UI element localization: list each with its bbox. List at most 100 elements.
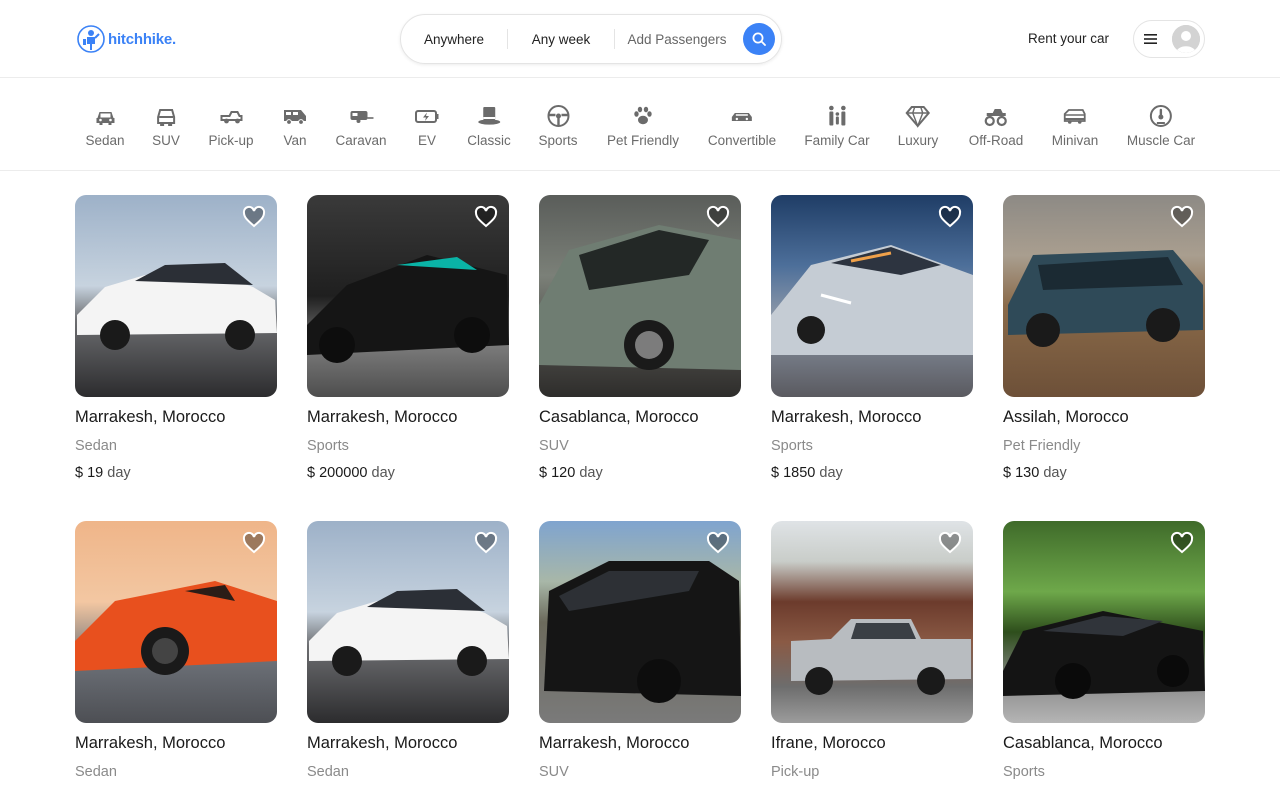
listing-card[interactable]: Marrakesh, Morocco Sedan [75,521,277,780]
listing-type: Sports [771,438,813,454]
category-caravan[interactable]: Caravan [335,103,387,148]
gauge-icon [1149,105,1172,127]
listing-photo[interactable] [75,195,277,397]
hitchhiker-logo-icon [77,25,105,53]
search-where[interactable]: Anywhere [401,15,507,63]
listing-type: Pick-up [771,764,820,780]
price-unit: day [819,465,843,481]
category-suv[interactable]: SUV [152,103,180,148]
category-convertible[interactable]: Convertible [708,103,776,148]
category-label: Minivan [1051,133,1099,148]
category-label: Luxury [897,133,939,148]
listing-photo[interactable] [307,195,509,397]
category-label: Sports [538,133,578,148]
category-muscle-car[interactable]: Muscle Car [1127,103,1195,148]
search-button[interactable] [743,23,775,55]
listing-photo[interactable] [771,195,973,397]
listing-type: Sedan [75,764,117,780]
listing-card[interactable]: Ifrane, Morocco Pick-up [771,521,973,780]
price-unit: day [371,465,395,481]
heart-icon[interactable] [1170,531,1194,555]
category-van[interactable]: Van [282,103,308,148]
category-classic[interactable]: Classic [467,103,511,148]
listing-card[interactable]: Marrakesh, Morocco Sedan $ 19 day [75,195,277,481]
listing-price: $ 19 day [75,465,277,481]
price-amount: $ 200000 [307,465,368,481]
listing-type: SUV [539,764,569,780]
caravan-icon [350,111,373,123]
listing-location: Marrakesh, Morocco [539,734,690,752]
category-pickup[interactable]: Pick-up [208,103,254,148]
listing-type: Sedan [75,438,117,454]
avatar [1172,25,1200,53]
listing-location: Marrakesh, Morocco [307,734,458,752]
listing-location: Marrakesh, Morocco [75,734,226,752]
heart-icon[interactable] [1170,205,1194,229]
price-amount: $ 19 [75,465,104,481]
listing-location: Assilah, Morocco [1003,408,1129,426]
user-menu-button[interactable] [1133,20,1205,58]
top-hat-icon [477,107,500,125]
price-unit: day [1043,465,1067,481]
brand-logo[interactable]: hitchhike. [76,24,176,54]
search-bar[interactable]: Anywhere Any week Add Passengers [400,14,782,64]
top-header: hitchhike. Anywhere Any week Add Passeng… [0,0,1280,78]
heart-icon[interactable] [938,205,962,229]
search-passengers[interactable]: Add Passengers [615,15,739,63]
category-ev[interactable]: EV [414,103,440,148]
heart-icon[interactable] [474,531,498,555]
category-off-road[interactable]: Off-Road [968,103,1024,148]
sedan-icon [95,112,114,125]
listing-photo[interactable] [75,521,277,723]
price-amount: $ 130 [1003,465,1040,481]
category-pet-friendly[interactable]: Pet Friendly [607,103,679,148]
listing-photo[interactable] [1003,195,1205,397]
heart-icon[interactable] [706,531,730,555]
family-icon [828,105,846,126]
listing-card[interactable]: Marrakesh, Morocco SUV [539,521,741,780]
van-icon [284,110,306,125]
listing-card[interactable]: Marrakesh, Morocco Sports $ 1850 day [771,195,973,481]
category-minivan[interactable]: Minivan [1051,103,1099,148]
heart-icon[interactable] [474,205,498,229]
category-sedan[interactable]: Sedan [85,103,125,148]
listing-price: $ 1850 day [771,465,973,481]
listing-photo[interactable] [1003,521,1205,723]
listing-photo[interactable] [539,521,741,723]
heart-icon[interactable] [938,531,962,555]
listing-photo[interactable] [307,521,509,723]
listing-card[interactable]: Casablanca, Morocco SUV $ 120 day [539,195,741,481]
heart-icon[interactable] [242,531,266,555]
listing-price: $ 200000 day [307,465,509,481]
hamburger-menu-icon [1144,34,1157,44]
listing-photo[interactable] [539,195,741,397]
listing-location: Marrakesh, Morocco [771,408,922,426]
category-label: Convertible [707,133,777,148]
heart-icon[interactable] [706,205,730,229]
listing-card[interactable]: Marrakesh, Morocco Sedan [307,521,509,780]
listing-photo[interactable] [771,521,973,723]
category-luxury[interactable]: Luxury [897,103,939,148]
category-family-car[interactable]: Family Car [804,103,870,148]
search-when[interactable]: Any week [507,29,615,49]
listing-card[interactable]: Casablanca, Morocco Sports [1003,521,1205,780]
listing-type: Pet Friendly [1003,438,1081,454]
listing-card[interactable]: Assilah, Morocco Pet Friendly $ 130 day [1003,195,1205,481]
price-unit: day [107,465,131,481]
monster-truck-icon [984,109,1008,127]
category-sports[interactable]: Sports [538,103,578,148]
category-bar: Sedan SUV Pick-up Van Caravan EV Classic… [0,79,1280,171]
search-icon [752,32,766,46]
listing-type: Sports [1003,764,1045,780]
category-label: Off-Road [968,133,1024,148]
heart-icon[interactable] [242,205,266,229]
rent-your-car-link[interactable]: Rent your car [1028,31,1109,46]
listing-location: Casablanca, Morocco [539,408,699,426]
battery-icon [415,110,439,123]
paw-icon [634,106,652,125]
listing-location: Ifrane, Morocco [771,734,886,752]
brand-name: hitchhike. [108,30,177,48]
listing-location: Marrakesh, Morocco [307,408,458,426]
listing-card[interactable]: Marrakesh, Morocco Sports $ 200000 day [307,195,509,481]
category-label: SUV [152,133,180,148]
